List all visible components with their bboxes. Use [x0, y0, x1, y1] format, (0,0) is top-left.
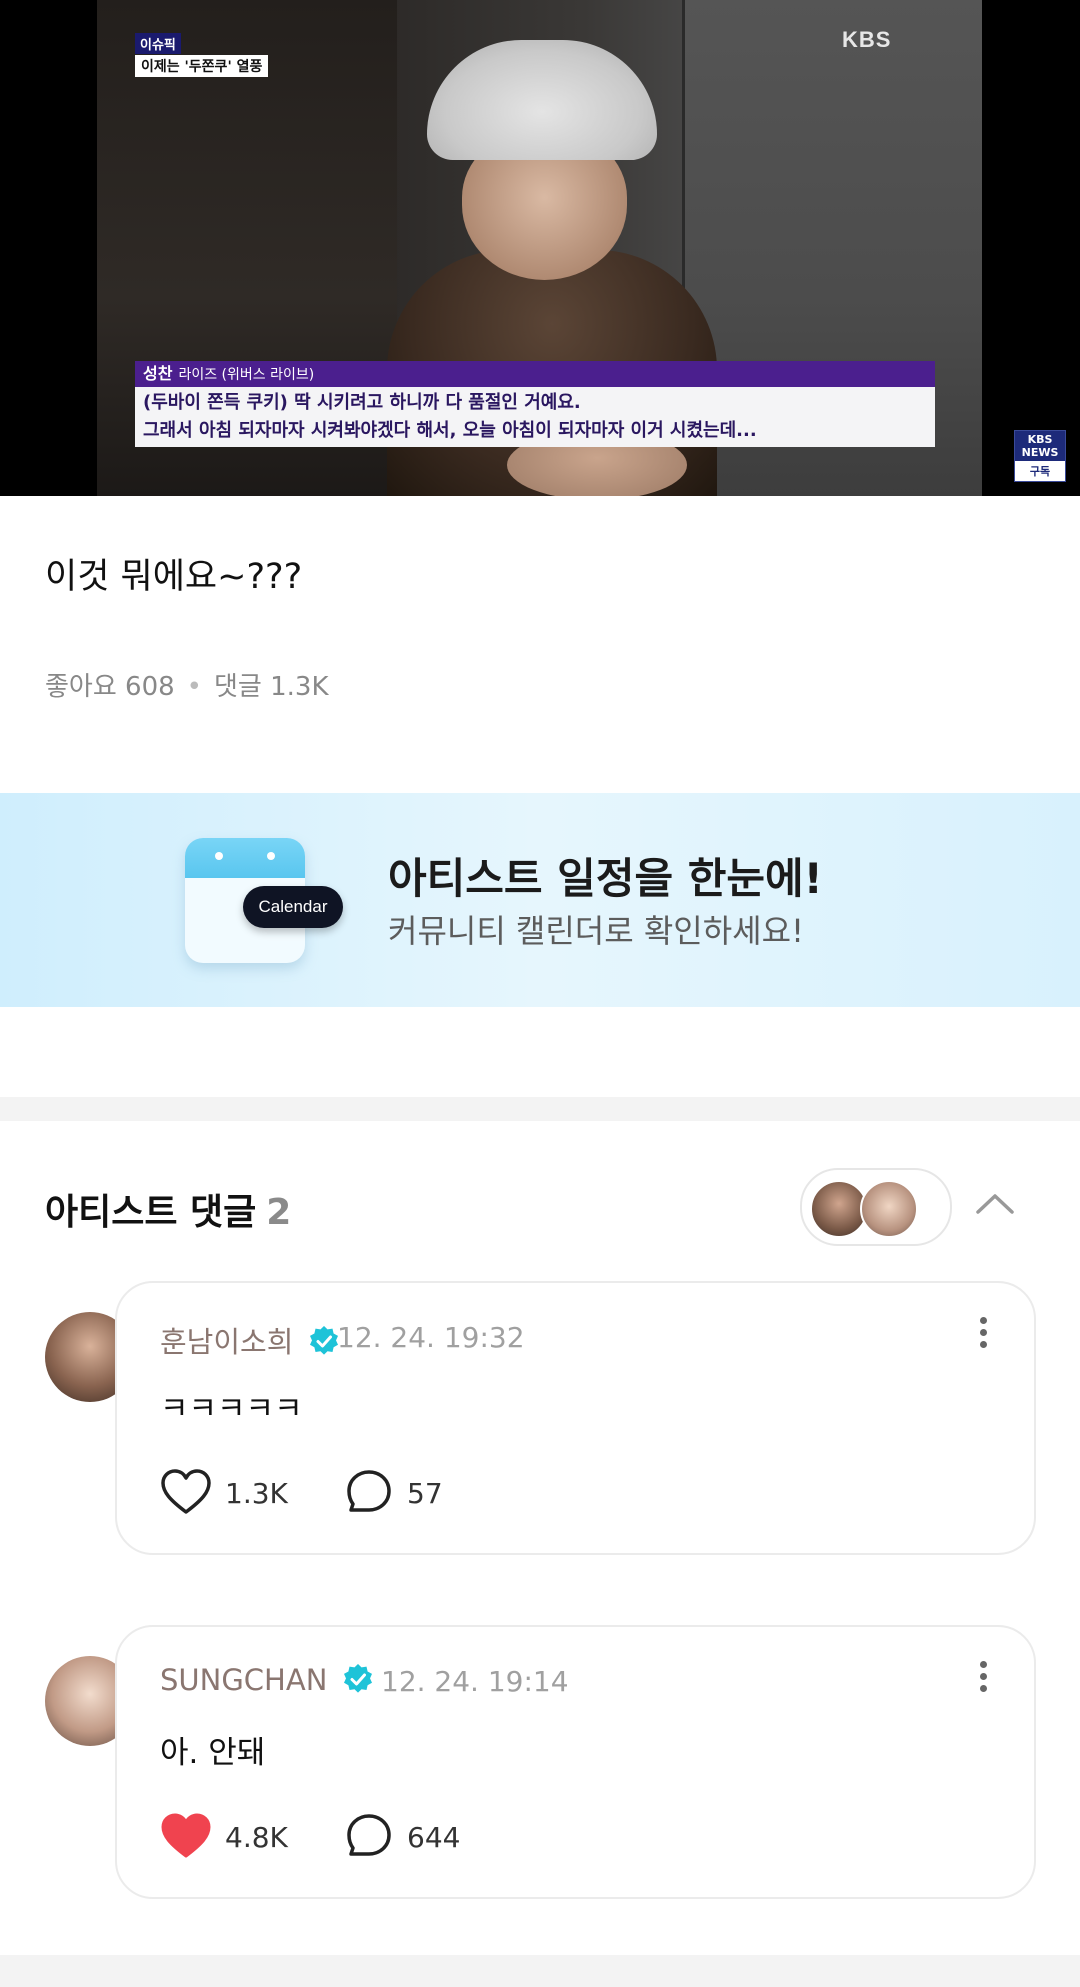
stats-separator: •	[186, 672, 202, 702]
subtitle-text: (두바이 쫀득 쿠키) 딱 시키려고 하니까 다 품절인 거예요. 그래서 아침…	[135, 387, 935, 447]
issue-headline: 이제는 '두쫀쿠' 열풍	[135, 55, 269, 77]
comment-reply-count: 57	[407, 1477, 443, 1510]
verified-badge-icon	[309, 1326, 338, 1355]
subtitle-speaker: 성찬 라이즈 (위버스 라이브)	[135, 361, 935, 387]
speaker-meta: 라이즈 (위버스 라이브)	[178, 367, 315, 383]
artist-avatars-toggle[interactable]	[800, 1168, 952, 1246]
bottom-section-divider	[0, 1955, 1080, 1987]
comment-author-name: 훈남이소희	[160, 1325, 294, 1359]
banner-subtitle: 커뮤니티 캘린더로 확인하세요!	[388, 912, 804, 950]
video-subtitle: 성찬 라이즈 (위버스 라이브) (두바이 쫀득 쿠키) 딱 시키려고 하니까 다…	[135, 361, 935, 449]
video-issue-tag: 이슈픽 이제는 '두쫀쿠' 열풍	[135, 33, 269, 77]
comment-timestamp: 12. 24. 19:32	[337, 1321, 525, 1354]
post-body-text: 이것 뭐에요~???	[45, 557, 303, 597]
heart-icon[interactable]	[160, 1812, 212, 1860]
issue-tag-label: 이슈픽	[135, 33, 181, 54]
artist-avatar-2	[860, 1180, 918, 1238]
comment-like-count: 1.3K	[225, 1477, 288, 1510]
artist-comments-count: 2	[266, 1192, 292, 1233]
kbs-channel-logo: KBS	[842, 27, 892, 52]
comment-text: 아. 안돼	[160, 1735, 266, 1771]
comment-text: ㅋㅋㅋㅋㅋ	[160, 1391, 303, 1427]
comment-author[interactable]: SUNGCHAN	[160, 1663, 373, 1697]
news-badge-top: KBS NEWS	[1015, 431, 1065, 461]
video-person-cap	[427, 40, 657, 160]
heart-icon[interactable]	[160, 1468, 212, 1516]
banner-title: 아티스트 일정을 한눈에!	[388, 854, 823, 903]
comment-bubble-icon[interactable]	[345, 1812, 393, 1860]
speaker-name: 성찬	[143, 364, 173, 383]
comment-author-name: SUNGCHAN	[160, 1663, 328, 1697]
artist-comment-card[interactable]: SUNGCHAN 12. 24. 19:14 아. 안돼 4.8K 644	[115, 1625, 1036, 1899]
comment-like-count: 4.8K	[225, 1821, 288, 1854]
calendar-promo-banner[interactable]: Calendar 아티스트 일정을 한눈에! 커뮤니티 캘린더로 확인하세요!	[0, 793, 1080, 1007]
post-comments-count[interactable]: 댓글 1.3K	[214, 672, 329, 702]
artist-comments-header: 아티스트 댓글 2	[45, 1183, 291, 1235]
artist-comment-card[interactable]: 훈남이소희 12. 24. 19:32 ㅋㅋㅋㅋㅋ 1.3K 57	[115, 1281, 1036, 1555]
artist-comments-title: 아티스트 댓글	[45, 1192, 257, 1233]
verified-badge-icon	[343, 1664, 372, 1693]
video-player[interactable]: 이슈픽 이제는 '두쫀쿠' 열풍 KBS 성찬 라이즈 (위버스 라이브) (두바…	[0, 0, 1080, 496]
comment-bubble-icon[interactable]	[345, 1468, 393, 1516]
post-likes-count[interactable]: 좋아요 608	[45, 672, 175, 702]
section-divider	[0, 1097, 1080, 1121]
comment-reply-count: 644	[407, 1821, 461, 1854]
chevron-up-icon[interactable]	[975, 1188, 1015, 1218]
comment-author[interactable]: 훈남이소희	[160, 1319, 339, 1361]
subtitle-line-2: 그래서 아침 되자마자 시켜봐야겠다 해서, 오늘 아침이 되자마자 이거 시켰…	[143, 420, 757, 441]
calendar-pill: Calendar	[243, 886, 343, 928]
comment-timestamp: 12. 24. 19:14	[381, 1665, 569, 1698]
more-vertical-icon[interactable]	[978, 1661, 988, 1701]
news-badge-bottom: 구독	[1029, 465, 1051, 478]
subtitle-line-1: (두바이 쫀득 쿠키) 딱 시키려고 하니까 다 품절인 거예요.	[143, 392, 581, 413]
more-vertical-icon[interactable]	[978, 1317, 988, 1357]
post-stats: 좋아요 608 • 댓글 1.3K	[45, 666, 329, 703]
kbs-news-subscribe-badge[interactable]: KBS NEWS 구독	[1014, 430, 1066, 482]
